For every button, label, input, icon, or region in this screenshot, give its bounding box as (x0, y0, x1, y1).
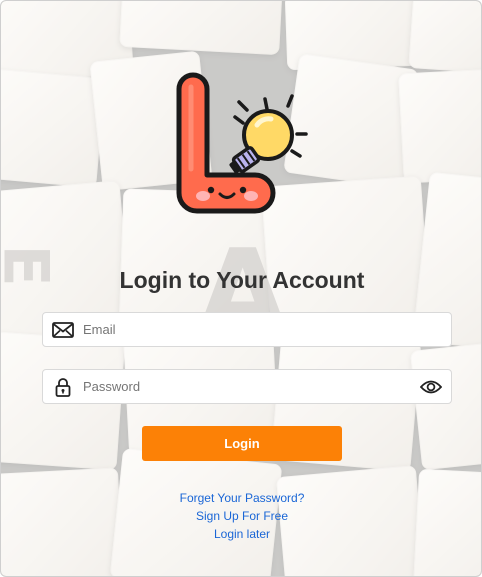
auth-links: Forget Your Password? Sign Up For Free L… (1, 489, 481, 543)
password-input[interactable] (83, 370, 411, 403)
login-window: E A (0, 0, 482, 577)
envelope-icon (43, 313, 83, 346)
forgot-password-link[interactable]: Forget Your Password? (1, 489, 481, 507)
email-field[interactable] (42, 312, 452, 347)
app-logo (176, 72, 308, 214)
login-later-link[interactable]: Login later (1, 525, 481, 543)
page-title: Login to Your Account (119, 267, 365, 293)
password-field[interactable] (42, 369, 452, 404)
padlock-icon (43, 370, 83, 403)
login-button[interactable]: Login (142, 426, 342, 461)
sign-up-link[interactable]: Sign Up For Free (1, 507, 481, 525)
email-input[interactable] (83, 313, 451, 346)
eye-icon[interactable] (411, 370, 451, 403)
